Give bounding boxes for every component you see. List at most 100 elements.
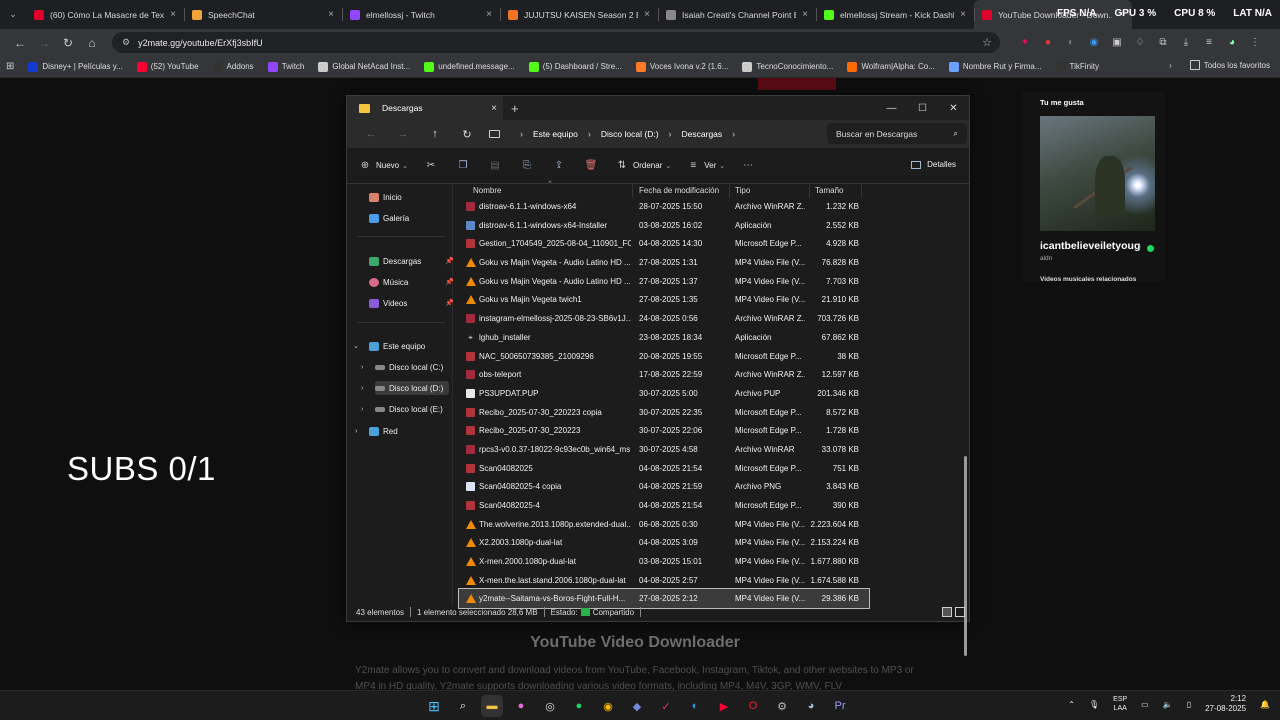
file-row[interactable]: Scan04082025-4 04-08-2025 21:54 Microsoft …: [459, 496, 869, 515]
extension-icon[interactable]: ◉: [1087, 36, 1101, 50]
file-row[interactable]: X-men.the.last.stand.2006.1080p-dual-lat…: [459, 571, 869, 590]
delete-icon[interactable]: 🗑: [584, 160, 598, 171]
file-row[interactable]: The.wolverine.2013.1080p.extended-dual..…: [459, 515, 869, 534]
spotify-icon[interactable]: ●: [568, 695, 590, 717]
tiles-view-icon[interactable]: [955, 607, 965, 617]
column-name[interactable]: Nombre: [473, 186, 501, 195]
close-tab-icon[interactable]: ×: [486, 9, 492, 20]
copy-icon[interactable]: ❐: [456, 160, 470, 171]
close-tab-icon[interactable]: ×: [644, 9, 650, 20]
nav-disk-d[interactable]: › Disco local (D:): [361, 381, 450, 395]
download-icon[interactable]: ⤓: [1179, 36, 1193, 50]
file-row[interactable]: rpcs3-v0.0.37-18022-9c93ec0b_win64_ms...…: [459, 440, 869, 459]
file-row[interactable]: Goku vs Majin Vegeta - Audio Latino HD .…: [459, 272, 869, 291]
new-button[interactable]: ⊕ Nuevo ⌄: [359, 160, 408, 171]
details-view-icon[interactable]: [942, 607, 952, 617]
nav-this-pc[interactable]: ⌄ Este equipo: [353, 339, 425, 353]
breadcrumb-item[interactable]: Este equipo: [533, 129, 578, 139]
column-type[interactable]: Tipo: [735, 186, 750, 195]
profile-avatar[interactable]: ◕: [1225, 36, 1239, 50]
file-row[interactable]: instagram-elmellossj-2025-08-23-SB6v1J..…: [459, 309, 869, 328]
nav-network[interactable]: › Red: [355, 424, 398, 438]
forward-icon[interactable]: →: [387, 128, 419, 140]
nav-disk-c[interactable]: › Disco local (C:): [361, 360, 443, 374]
chevron-right-icon[interactable]: ›: [361, 364, 363, 371]
settings-icon[interactable]: ⚙: [771, 695, 793, 717]
refresh-icon[interactable]: ↻: [451, 128, 483, 141]
steam-icon[interactable]: ◕: [800, 695, 822, 717]
file-row[interactable]: distroav-6.1.1-windows-x64-Installer 03-0…: [459, 216, 869, 235]
paste-icon[interactable]: ▤: [488, 160, 502, 171]
close-tab-icon[interactable]: ×: [802, 9, 808, 20]
file-row[interactable]: obs-teleport 17-08-2025 22:59 Archivo WinR…: [459, 365, 869, 384]
bookmark-item[interactable]: (5) Dashboard / Stre...: [528, 61, 622, 72]
browser-tab[interactable]: JUJUTSU KAISEN Season 2 El b... ×: [500, 0, 658, 29]
notifications-icon[interactable]: 🔔: [1260, 700, 1270, 709]
extension-icon[interactable]: ✦: [1018, 36, 1032, 50]
breadcrumb-item[interactable]: Disco local (D:): [601, 129, 659, 139]
chevron-right-icon[interactable]: ›: [361, 406, 363, 413]
davinci-icon[interactable]: ✓: [655, 695, 677, 717]
nav-music[interactable]: Música 📌: [369, 275, 454, 289]
back-icon[interactable]: ←: [8, 36, 32, 50]
extensions-puzzle-icon[interactable]: ⧉: [1156, 36, 1170, 50]
scrollbar[interactable]: [964, 456, 967, 656]
browser-tab[interactable]: SpeechChat ×: [184, 0, 342, 29]
nav-disk-e[interactable]: › Disco local (E:): [361, 402, 443, 416]
bookmark-item[interactable]: TikFinity: [1055, 61, 1099, 72]
bookmark-item[interactable]: undefined.message...: [424, 61, 515, 72]
file-explorer-icon[interactable]: ▬: [481, 695, 503, 717]
file-row[interactable]: NAC_500650739385_21009296 20-08-2025 19:5…: [459, 347, 869, 366]
bookmark-item[interactable]: Disney+ | Películas y...: [28, 61, 123, 72]
file-row[interactable]: Goku vs Majin Vegeta - Audio Latino HD .…: [459, 253, 869, 272]
tab-search-icon[interactable]: ⌄: [0, 0, 26, 29]
nav-downloads[interactable]: Descargas 📌: [369, 254, 454, 268]
more-options-icon[interactable]: ⋯: [741, 160, 755, 171]
browser-tab[interactable]: elmellossj Stream - Kick Dashb... ×: [816, 0, 974, 29]
spotify-now-playing-card[interactable]: Tu me gusta icantbelieveiletyougo aldn V…: [1022, 92, 1165, 281]
back-icon[interactable]: ←: [355, 128, 387, 140]
file-row[interactable]: Recibo_2025-07-30_220223 copia 30-07-2025…: [459, 403, 869, 422]
column-date[interactable]: Fecha de modificación: [639, 186, 719, 195]
up-icon[interactable]: ↑: [419, 128, 451, 140]
battery-icon[interactable]: ▯: [1187, 700, 1191, 709]
obs-icon[interactable]: ◎: [539, 695, 561, 717]
extension-icon[interactable]: ♢: [1133, 36, 1147, 50]
browser-tab[interactable]: Isaiah Creati's Channel Point Bo... ×: [658, 0, 816, 29]
cut-icon[interactable]: ✂: [424, 160, 438, 171]
volume-icon[interactable]: 🔈: [1163, 700, 1173, 709]
file-row[interactable]: Goku vs Majin Vegeta twich1 27-08-2025 1:…: [459, 290, 869, 309]
file-row[interactable]: Scan04082025-4 copia 04-08-2025 21:59 Arch…: [459, 477, 869, 496]
browser-tab[interactable]: elmellossj - Twitch ×: [342, 0, 500, 29]
chevron-down-icon[interactable]: ⌄: [353, 342, 359, 350]
breadcrumb[interactable]: › Este equipo › Disco local (D:) › Desca…: [489, 123, 819, 145]
network-icon[interactable]: ▭: [1141, 700, 1149, 709]
language-indicator[interactable]: ESP LAA: [1113, 695, 1127, 713]
file-row[interactable]: X2.2003.1080p-dual-lat 04-08-2025 3:09 MP4…: [459, 533, 869, 552]
more-bookmarks-icon[interactable]: ›: [1169, 61, 1172, 70]
details-button[interactable]: Detalles: [911, 160, 956, 169]
explorer-tab[interactable]: Descargas ×: [347, 96, 503, 120]
bookmark-item[interactable]: TecnoConocimiento...: [742, 61, 833, 72]
extension-icon[interactable]: ●: [1041, 36, 1055, 50]
chevron-right-icon[interactable]: ›: [355, 428, 357, 435]
bookmark-item[interactable]: Global NetAcad Inst...: [318, 61, 410, 72]
file-row[interactable]: X-men.2000.1080p-dual-lat 03-08-2025 15:0…: [459, 552, 869, 571]
chrome-icon[interactable]: ◉: [597, 695, 619, 717]
search-icon[interactable]: ⌕: [452, 695, 474, 717]
browser-tab[interactable]: (60) Cómo La Masacre de Texas... ×: [26, 0, 184, 29]
reload-icon[interactable]: ↻: [56, 36, 80, 50]
discord-icon[interactable]: ◆: [626, 695, 648, 717]
nav-home[interactable]: Inicio: [369, 190, 402, 204]
forward-icon[interactable]: →: [32, 36, 56, 50]
windows-start-icon[interactable]: ⊞: [423, 695, 445, 717]
clock[interactable]: 2:12 27-08-2025: [1205, 694, 1246, 714]
close-window-icon[interactable]: ✕: [938, 96, 969, 120]
file-row[interactable]: distroav-6.1.1-windows-x64 28-07-2025 15:…: [459, 197, 869, 216]
bookmark-item[interactable]: Addons: [212, 61, 254, 72]
file-row[interactable]: Recibo_2025-07-30_220223 30-07-2025 22:06…: [459, 421, 869, 440]
rename-icon[interactable]: ⎘: [520, 160, 534, 171]
bookmark-item[interactable]: Voces Ivona v.2 (1.6...: [635, 61, 728, 72]
extension-icon[interactable]: ▣: [1110, 36, 1124, 50]
bookmark-item[interactable]: Twitch: [267, 61, 304, 72]
